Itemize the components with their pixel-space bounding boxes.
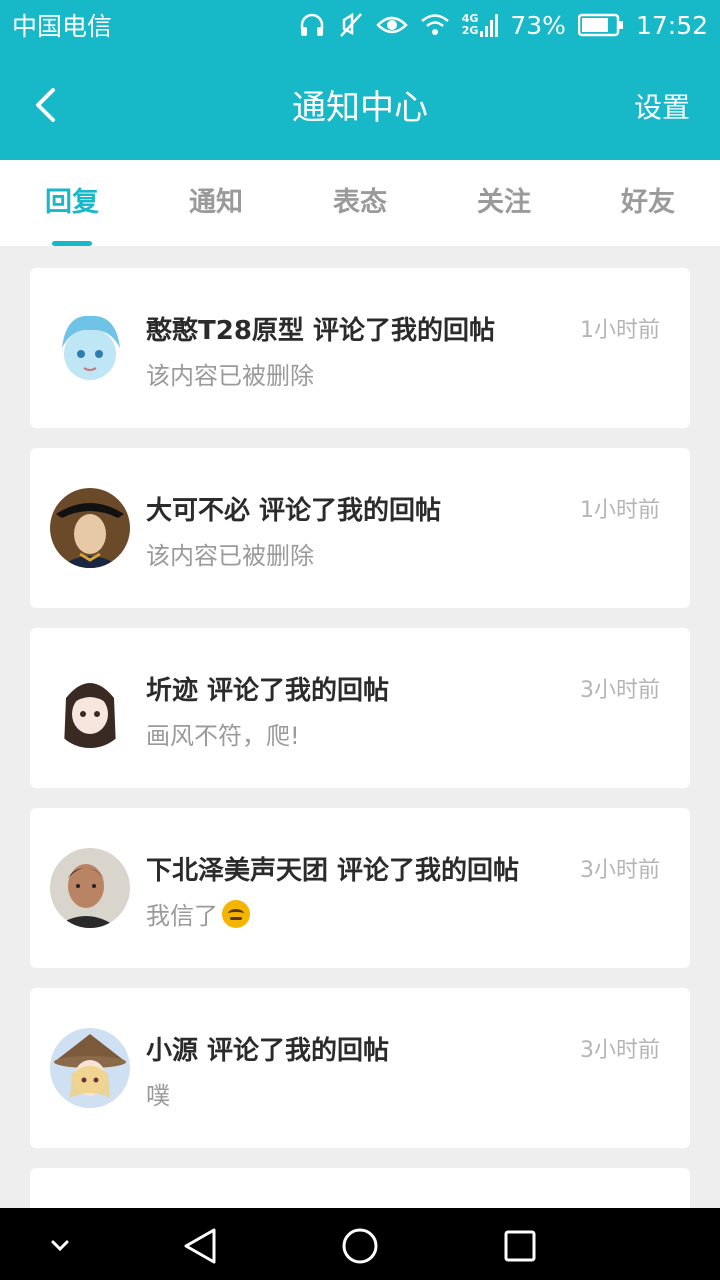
- avatar[interactable]: [50, 1028, 130, 1108]
- tab-follows[interactable]: 关注: [432, 160, 576, 246]
- tab-label: 好友: [621, 187, 675, 218]
- tab-bar: 回复 通知 表态 关注 好友: [0, 160, 720, 246]
- notification-title: 圻迹 评论了我的回帖: [146, 676, 390, 706]
- tab-replies[interactable]: 回复: [0, 160, 144, 246]
- mute-icon: [338, 11, 364, 39]
- battery-icon: [577, 13, 624, 37]
- notification-message: 画风不符，爬!: [146, 716, 300, 751]
- message-text: 画风不符，爬!: [146, 722, 300, 750]
- triangle-back-icon: [184, 1228, 216, 1264]
- avatar[interactable]: [50, 848, 130, 928]
- tab-friends[interactable]: 好友: [576, 160, 720, 246]
- notification-item[interactable]: 憨憨T28原型 评论了我的回帖 1小时前 该内容已被删除: [30, 268, 690, 428]
- tab-label: 关注: [477, 187, 531, 218]
- signal-icon: 4G 2G: [462, 13, 499, 37]
- chevron-down-icon: [51, 1240, 69, 1252]
- notification-time: 1小时前: [580, 498, 660, 523]
- battery-percent: 73%: [510, 10, 566, 40]
- notification-list: 憨憨T28原型 评论了我的回帖 1小时前 该内容已被删除 大可不必 评论了我的回…: [30, 268, 690, 1228]
- notification-item[interactable]: 圻迹 评论了我的回帖 3小时前 画风不符，爬!: [30, 628, 690, 788]
- network-2g-label: 2G: [461, 24, 479, 37]
- message-text: 我信了: [146, 902, 218, 930]
- avatar[interactable]: [50, 488, 130, 568]
- circle-home-icon: [342, 1228, 378, 1264]
- app-header: 通知中心 设置: [0, 50, 720, 160]
- clock: 17:52: [635, 10, 708, 40]
- carrier-name: 中国电信: [12, 12, 113, 41]
- nav-collapse-button[interactable]: [40, 1226, 80, 1266]
- notification-title: 憨憨T28原型 评论了我的回帖: [146, 316, 495, 346]
- notification-message: 我信了: [146, 896, 250, 931]
- notification-item[interactable]: 小源 评论了我的回帖 3小时前 噗: [30, 988, 690, 1148]
- tab-notices[interactable]: 通知: [144, 160, 288, 246]
- notification-message: 该内容已被删除: [146, 356, 314, 391]
- nav-home-button[interactable]: [340, 1226, 380, 1266]
- message-text: 噗: [146, 1082, 170, 1110]
- wifi-icon: [420, 13, 450, 37]
- nav-back-button[interactable]: [180, 1226, 220, 1266]
- notification-time: 3小时前: [580, 1038, 660, 1063]
- notification-time: 3小时前: [580, 678, 660, 703]
- settings-button[interactable]: 设置: [634, 86, 690, 126]
- headphones-icon: [298, 11, 326, 39]
- notification-message: 该内容已被删除: [146, 536, 314, 571]
- eye-icon: [375, 13, 408, 37]
- system-nav-bar: [0, 1208, 720, 1280]
- avatar[interactable]: [50, 668, 130, 748]
- avatar[interactable]: [50, 308, 130, 388]
- notification-item[interactable]: 大可不必 评论了我的回帖 1小时前 该内容已被删除: [30, 448, 690, 608]
- notification-title: 小源 评论了我的回帖: [146, 1036, 390, 1066]
- notification-message: 噗: [146, 1076, 170, 1111]
- notification-item[interactable]: 下北泽美声天团 评论了我的回帖 3小时前 我信了: [30, 808, 690, 968]
- nav-recents-button[interactable]: [500, 1226, 540, 1266]
- tab-label: 通知: [189, 187, 243, 218]
- notification-time: 3小时前: [580, 858, 660, 883]
- status-bar: 中国电信 4G 2G 73% 17:52: [0, 0, 720, 50]
- square-recents-icon: [504, 1230, 536, 1262]
- notification-title: 大可不必 评论了我的回帖: [146, 496, 442, 526]
- tab-reactions[interactable]: 表态: [288, 160, 432, 246]
- notification-title: 下北泽美声天团 评论了我的回帖: [146, 856, 520, 886]
- message-text: 该内容已被删除: [146, 542, 314, 570]
- active-tab-indicator: [52, 241, 92, 246]
- status-icons: 4G 2G 73% 17:52: [298, 11, 708, 40]
- upside-down-smile-emoji-icon: [222, 899, 250, 928]
- tab-label: 回复: [45, 187, 99, 218]
- message-text: 该内容已被删除: [146, 362, 314, 390]
- page-title: 通知中心: [292, 88, 428, 128]
- notification-time: 1小时前: [580, 318, 660, 343]
- tab-label: 表态: [333, 187, 387, 218]
